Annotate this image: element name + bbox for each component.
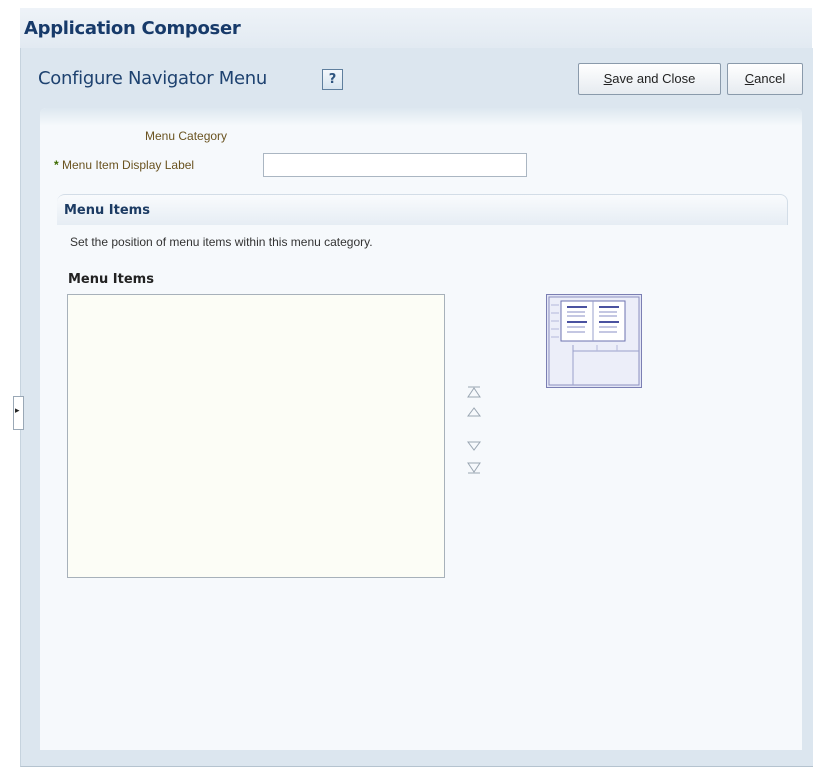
menu-items-list-label: Menu Items [68,272,154,287]
cancel-label: ancel [754,71,786,86]
page-title: Configure Navigator Menu [38,68,267,89]
menu-category-label: Menu Category [145,129,228,143]
move-to-bottom-icon[interactable] [466,462,482,476]
move-up-glyph [467,407,481,417]
menu-item-display-label-text: Menu Item Display Label [62,158,195,172]
menu-layout-thumbnail-graphic [548,296,640,386]
menu-items-section-header[interactable] [57,194,788,225]
cancel-mnemonic: C [744,71,755,86]
move-up-icon[interactable] [466,407,482,421]
save-and-close-button[interactable]: Save and Close [578,63,721,95]
cancel-button[interactable]: Cancel [727,63,803,95]
move-down-glyph [467,441,481,451]
menu-item-display-label: * Menu Item Display Label [54,158,194,172]
save-and-close-mnemonic: S [603,71,613,86]
content-panel-header [40,108,802,126]
move-to-top-glyph [467,386,481,398]
menu-items-description: Set the position of menu items within th… [70,235,373,249]
save-and-close-label: ave and Close [612,71,696,86]
menu-item-display-label-input[interactable] [263,153,527,177]
move-down-icon[interactable] [466,441,482,455]
menu-items-section-title: Menu Items [64,203,150,218]
menu-items-list[interactable] [67,294,445,578]
help-icon[interactable]: ? [322,69,343,90]
expand-panel-icon: ▸ [15,406,20,416]
move-to-top-icon[interactable] [466,386,482,400]
menu-layout-thumbnail [546,294,642,388]
app-title: Application Composer [24,18,241,39]
panel-toggle-tab[interactable]: ▸ [13,396,24,430]
move-to-bottom-glyph [467,462,481,474]
required-mark: * [54,158,59,172]
app-header: Application Composer [20,8,812,48]
